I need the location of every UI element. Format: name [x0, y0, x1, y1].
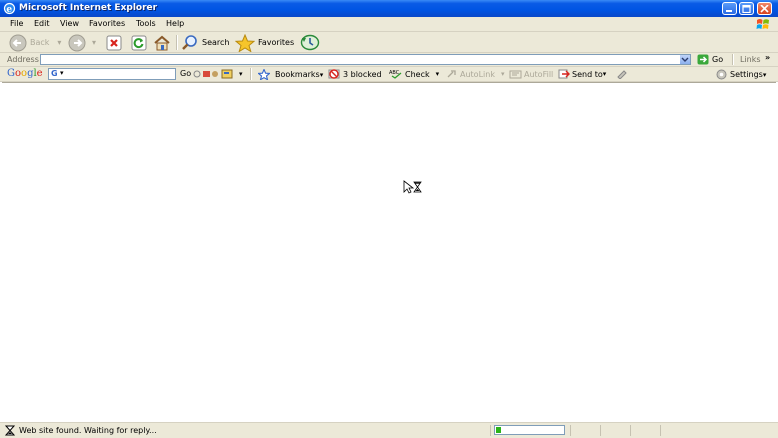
bookmarks-button[interactable]: Bookmarks ▾	[258, 69, 323, 80]
status-divider	[570, 425, 571, 436]
autofill-icon	[509, 70, 522, 79]
menu-bar: File Edit View Favorites Tools Help	[0, 17, 778, 32]
menu-edit[interactable]: Edit	[34, 19, 50, 28]
page-content-area[interactable]	[2, 82, 776, 423]
search-button[interactable]: Search	[181, 34, 229, 51]
hourglass-icon	[5, 425, 15, 436]
progress-fill	[496, 427, 501, 433]
close-icon	[760, 5, 769, 13]
home-button[interactable]	[153, 34, 171, 51]
google-go-button[interactable]: Go	[180, 69, 191, 78]
title-bar: e Microsoft Internet Explorer	[0, 0, 778, 17]
home-icon	[154, 35, 170, 50]
svg-text:e: e	[6, 5, 12, 15]
favorites-label: Favorites	[258, 38, 295, 47]
busy-cursor-icon	[403, 180, 422, 194]
address-dropdown-button[interactable]	[680, 55, 690, 64]
status-divider	[490, 425, 491, 436]
highlight-button[interactable]	[616, 69, 628, 79]
back-button[interactable]: Back ▾	[9, 34, 61, 51]
address-label: Address	[7, 55, 39, 64]
autofill-label: AutoFill	[524, 69, 554, 79]
blocked-count-label: 3 blocked	[343, 70, 382, 79]
check-label: Check	[405, 69, 430, 79]
address-separator	[732, 54, 734, 65]
stop-icon	[106, 35, 122, 50]
internet-explorer-icon: e	[3, 2, 16, 15]
autolink-label: AutoLink	[460, 69, 495, 79]
minimize-button[interactable]	[722, 2, 737, 15]
toolbar-separator	[176, 35, 178, 50]
autolink-icon	[447, 70, 456, 78]
chevron-down-icon	[681, 57, 689, 62]
window-title: Microsoft Internet Explorer	[19, 3, 158, 13]
stop-button[interactable]	[106, 34, 122, 51]
menu-file[interactable]: File	[10, 19, 23, 28]
forward-button[interactable]: ▾	[68, 34, 96, 51]
autofill-button[interactable]: AutoFill	[509, 69, 553, 79]
status-divider	[630, 425, 631, 436]
go-arrow-icon	[697, 54, 709, 65]
google-search-dropdown-icon[interactable]: ▾	[60, 69, 64, 77]
search-label: Search	[202, 38, 230, 47]
forward-dropdown-icon[interactable]: ▾	[92, 38, 96, 47]
google-separator	[250, 68, 252, 80]
settings-button[interactable]: Settings ▾	[716, 69, 766, 80]
links-button[interactable]: Links	[740, 55, 761, 64]
standard-toolbar: Back ▾ ▾ Search Favorites	[0, 32, 778, 53]
page-load-progress-bar	[494, 425, 565, 435]
close-button[interactable]	[757, 2, 772, 15]
status-divider	[600, 425, 601, 436]
page-info-icon[interactable]: ▾	[221, 69, 243, 79]
send-to-label: Send to	[572, 69, 603, 79]
maximize-button[interactable]	[739, 2, 754, 15]
bookmark-star-icon	[258, 69, 270, 80]
google-g-icon: G	[51, 69, 58, 78]
menu-view[interactable]: View	[60, 19, 79, 28]
popup-blocker-button[interactable]: 3 blocked	[328, 69, 382, 80]
favorites-star-icon	[235, 33, 255, 52]
google-logo[interactable]: Google	[7, 68, 43, 79]
minimize-icon	[726, 10, 732, 12]
refresh-button[interactable]	[131, 34, 147, 51]
google-search-options-icon[interactable]	[193, 69, 219, 79]
back-dropdown-icon[interactable]: ▾	[57, 38, 61, 47]
address-input[interactable]	[40, 54, 691, 65]
windows-logo-icon	[756, 19, 769, 29]
send-to-icon	[558, 69, 570, 79]
popup-blocked-icon	[328, 69, 340, 79]
back-label: Back	[30, 38, 50, 47]
favorites-button[interactable]: Favorites	[235, 33, 295, 52]
menu-tools[interactable]: Tools	[136, 19, 156, 28]
address-bar: Address Go Links »	[0, 53, 778, 67]
history-icon	[300, 34, 320, 51]
google-toolbar: Google G ▾ Go ▾ Bookmarks ▾ 3 blocked ABC…	[0, 67, 778, 82]
search-icon	[182, 35, 197, 50]
refresh-icon	[131, 35, 147, 50]
links-chevron-icon[interactable]: »	[765, 53, 770, 62]
status-bar: Web site found. Waiting for reply...	[0, 422, 778, 438]
go-label: Go	[712, 55, 724, 64]
maximize-icon	[742, 5, 751, 13]
status-divider	[660, 425, 661, 436]
status-text: Web site found. Waiting for reply...	[19, 426, 157, 435]
autolink-button[interactable]: AutoLink ▾	[446, 69, 504, 79]
send-to-button[interactable]: Send to ▾	[558, 69, 606, 79]
back-arrow-icon	[9, 34, 27, 51]
menu-favorites[interactable]: Favorites	[89, 19, 125, 28]
settings-gear-icon	[716, 69, 727, 80]
google-search-input[interactable]: G ▾	[48, 68, 176, 80]
spell-check-icon: ABC	[389, 70, 402, 79]
menu-help[interactable]: Help	[166, 19, 184, 28]
settings-label: Settings	[730, 70, 763, 79]
forward-arrow-icon	[68, 34, 86, 51]
spell-check-button[interactable]: ABC Check ▾	[389, 69, 439, 79]
history-button[interactable]	[300, 34, 320, 51]
highlighter-icon	[617, 70, 627, 79]
go-button[interactable]: Go	[697, 54, 723, 65]
bookmarks-label: Bookmarks	[275, 70, 320, 79]
